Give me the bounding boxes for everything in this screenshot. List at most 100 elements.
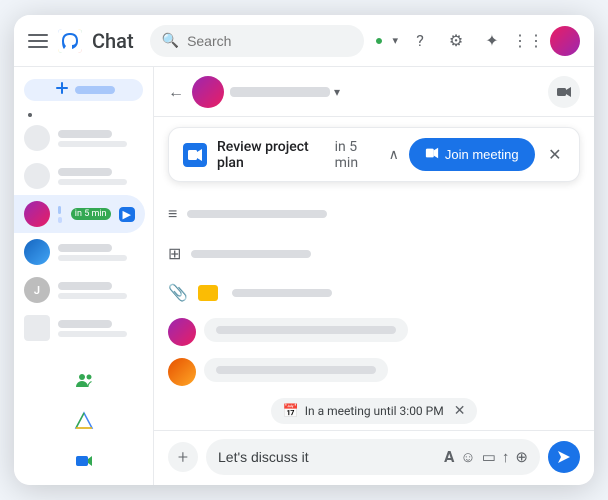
chat-input-row: + 𝐀 ☺ ▭ ↑ ⊕ [168,439,580,475]
item-preview-bar [58,293,127,299]
message-text [216,366,376,374]
attach-icon: 📎 [168,283,188,302]
group-avatar [24,315,50,341]
item-preview-bar [58,255,127,261]
sidebar-bottom-icons [14,359,153,483]
user-avatar[interactable] [550,26,580,56]
message-content [204,318,408,342]
file-bar [232,289,332,297]
video-call-button[interactable] [548,76,580,108]
app-window: Chat 🔍 ▾ ? ⚙ ✦ ⋮⋮ [14,15,594,485]
avatar [24,239,50,265]
join-meeting-label: Join meeting [445,147,519,162]
meeting-title: Review project plan [217,139,321,171]
drive-icon-btn[interactable] [66,403,102,439]
sidebar-item-2[interactable] [14,157,145,195]
item-preview-bar [58,141,127,147]
add-icon: + [178,447,188,468]
in-meeting-status-bar: 📅 In a meeting until 3:00 PM ✕ [154,392,594,430]
message-text [216,326,396,334]
add-attachment-button[interactable]: + [168,442,198,472]
new-chat-button[interactable] [24,79,143,101]
sidebar-section [14,109,153,119]
item-name-bar [58,244,112,252]
main-body: in 5 min ▶ J [14,67,594,485]
help-icon-btn[interactable]: ? [406,27,434,55]
app-logo [58,29,82,53]
meeting-close-button[interactable]: ✕ [545,143,565,167]
back-button[interactable]: ← [168,82,184,102]
message-input-box: 𝐀 ☺ ▭ ↑ ⊕ [206,439,540,475]
upload-icon[interactable]: ↑ [502,448,510,466]
new-chat-label [75,86,115,94]
chat-input-area: + 𝐀 ☺ ▭ ↑ ⊕ [154,430,594,485]
item-name-bar [58,168,112,176]
grid-icon: ⊞ [168,244,181,263]
item-name-bar [58,320,112,328]
sidebar-item-1[interactable] [14,119,145,157]
status-dot [374,36,384,46]
chat-header-name [230,87,330,97]
search-bar[interactable]: 🔍 [150,25,365,57]
header-chevron-icon[interactable]: ▾ [334,85,340,99]
item-name-bar [58,206,61,214]
chat-header-avatar [192,76,224,108]
meet-icon-btn[interactable] [66,443,102,479]
message-content [204,358,388,382]
avatar [24,163,50,189]
meeting-icon-badge: ▶ [119,207,135,222]
chat-messages: ≡ ⊞ 📎 [154,192,594,392]
app-title: Chat [92,29,134,53]
item-name-bar [58,282,112,290]
message-row-1 [168,318,580,346]
item-name-bar [58,130,112,138]
item-preview-bar [58,217,62,223]
grid-icon-btn[interactable]: ⋮⋮ [514,27,542,55]
file-message-3: 📎 [168,279,580,306]
sidebar: in 5 min ▶ J [14,67,154,485]
meeting-badge: in 5 min [71,208,111,220]
new-chat-icon [53,79,71,101]
calendar-icon: 📅 [283,404,299,419]
in-meeting-text: In a meeting until 3:00 PM [305,404,444,418]
chat-header: ← ▾ [154,67,594,117]
join-meeting-button[interactable]: Join meeting [409,138,535,171]
item-preview-bar [58,331,127,337]
sidebar-item-6[interactable] [14,309,145,347]
file-message-1: ≡ [168,200,580,228]
sidebar-item-3[interactable]: in 5 min ▶ [14,195,145,233]
message-bubble [204,358,388,382]
in-meeting-close-button[interactable]: ✕ [454,403,466,419]
search-input[interactable] [187,33,352,49]
chat-area: ← ▾ Review project plan in 5 min ∧ [154,67,594,485]
meeting-chevron-icon[interactable]: ∧ [389,147,399,163]
sparkle-icon-btn[interactable]: ✦ [478,27,506,55]
message-bubble [204,318,408,342]
settings-icon-btn[interactable]: ⚙ [442,27,470,55]
input-actions: 𝐀 ☺ ▭ ↑ ⊕ [444,448,528,466]
meet-icon [183,143,207,167]
message-avatar [168,318,196,346]
meeting-time: in 5 min [335,139,377,171]
avatar: J [24,277,50,303]
more-options-icon[interactable]: ⊕ [515,448,528,466]
people-icon-btn[interactable] [66,363,102,399]
send-button[interactable] [548,441,580,473]
menu-icon: ≡ [168,204,177,224]
cam-icon [425,146,439,163]
item-preview-bar [58,179,127,185]
format-icon[interactable]: 𝐀 [444,448,454,466]
message-input[interactable] [218,449,438,465]
file-bar [191,250,311,258]
file-message-2: ⊞ [168,240,580,267]
hamburger-menu[interactable] [28,31,48,51]
sidebar-item-5[interactable]: J [14,271,145,309]
avatar [24,125,50,151]
nav-actions: ▾ ? ⚙ ✦ ⋮⋮ [374,26,580,56]
status-chevron[interactable]: ▾ [392,34,398,47]
attach-file-icon[interactable]: ▭ [482,448,496,466]
emoji-icon[interactable]: ☺ [460,448,475,466]
sidebar-item-4[interactable] [14,233,145,271]
search-icon: 🔍 [162,33,179,49]
meeting-banner: Review project plan in 5 min ∧ Join meet… [168,127,580,182]
